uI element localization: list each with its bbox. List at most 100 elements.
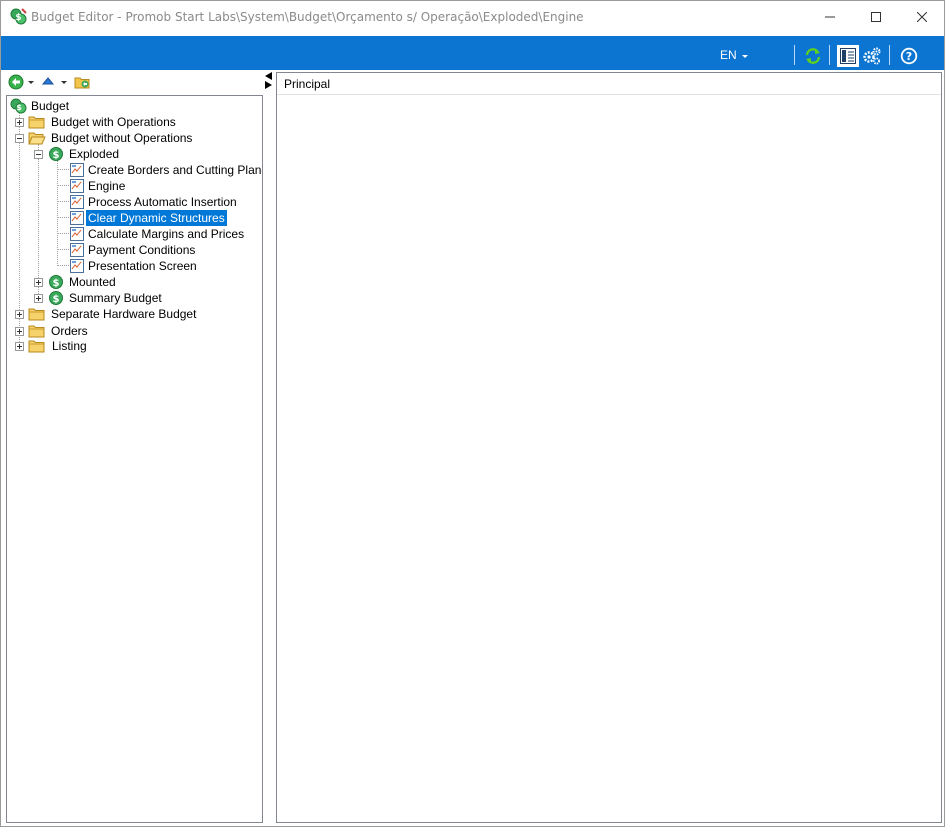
main-content-pane: Principal [276, 72, 942, 823]
refresh-icon[interactable] [802, 45, 824, 67]
folder-icon [28, 338, 46, 354]
svg-text:$: $ [53, 150, 60, 161]
tree-connector [57, 233, 69, 235]
open-folder-icon [74, 74, 91, 93]
budget-editor-window: $ Budget Editor - Promob Start Labs\Syst… [0, 0, 945, 827]
title-bar: $ Budget Editor - Promob Start Labs\Syst… [1, 1, 944, 35]
tree-node-separate-hardware-budget[interactable]: Separate Hardware Budget [15, 306, 255, 322]
svg-text:$: $ [16, 103, 22, 112]
dollar-budget-icon: $ [47, 274, 65, 290]
back-dropdown[interactable] [28, 75, 34, 91]
script-icon [69, 210, 87, 226]
script-icon [69, 194, 87, 210]
budget-icon: $ [10, 98, 28, 114]
minimize-button[interactable] [807, 1, 853, 33]
budget-app-icon: $ [10, 8, 27, 25]
chevron-down-icon[interactable] [742, 55, 748, 58]
main-toolbar: EN ? [1, 36, 944, 70]
svg-text:$: $ [53, 294, 60, 305]
tree-connector [57, 265, 69, 267]
maximize-icon [871, 12, 881, 22]
pane-splitter[interactable] [263, 72, 276, 826]
tree-node-label: Process Automatic Insertion [88, 195, 237, 209]
close-icon [917, 12, 927, 22]
tree-node-calculate-margins[interactable]: Calculate Margins and Prices [69, 226, 259, 242]
tree-node-label: Mounted [69, 275, 116, 289]
tree-node-label: Budget with Operations [51, 115, 176, 129]
expand-icon[interactable] [15, 327, 24, 336]
script-icon [69, 162, 87, 178]
script-icon [69, 242, 87, 258]
tree-node-label: Listing [52, 339, 87, 353]
language-selector[interactable]: EN [720, 48, 737, 62]
svg-text:$: $ [15, 13, 21, 23]
tree-node-mounted[interactable]: $ Mounted [34, 274, 254, 290]
tree-node-exploded[interactable]: $ Exploded [34, 146, 254, 162]
help-icon[interactable]: ? [898, 45, 920, 67]
collapse-icon[interactable] [34, 150, 43, 159]
up-arrow-icon [41, 75, 55, 92]
tree-node-label: Orders [51, 324, 88, 338]
tree-node-orders[interactable]: Orders [15, 323, 255, 339]
minimize-icon [825, 12, 835, 22]
tree-node-label: Presentation Screen [88, 259, 197, 273]
tree-node-listing[interactable]: Listing [15, 338, 255, 354]
budget-tree[interactable]: $ Budget Budget with Operations Budget w… [6, 95, 263, 823]
tree-node-budget[interactable]: $ Budget [10, 98, 250, 114]
tree-node-budget-without-operations[interactable]: Budget without Operations [15, 130, 255, 146]
svg-text:$: $ [53, 278, 60, 289]
expand-right-icon[interactable] [265, 81, 272, 89]
layout-panel-icon[interactable] [837, 45, 859, 67]
back-arrow-icon [8, 74, 24, 93]
collapse-icon[interactable] [15, 134, 24, 143]
collapse-left-icon[interactable] [265, 72, 272, 80]
content-tab-header: Principal [277, 73, 941, 95]
script-icon [69, 226, 87, 242]
up-button[interactable] [41, 75, 55, 91]
close-button[interactable] [899, 1, 944, 33]
tree-node-create-borders[interactable]: Create Borders and Cutting Plane [69, 162, 262, 178]
tree-node-label: Summary Budget [69, 291, 162, 305]
maximize-button[interactable] [853, 1, 899, 33]
tab-principal[interactable]: Principal [284, 77, 330, 91]
tree-node-process-automatic-insertion[interactable]: Process Automatic Insertion [69, 194, 259, 210]
tree-node-summary-budget[interactable]: $ Summary Budget [34, 290, 254, 306]
toolbar-divider [794, 45, 795, 65]
tree-node-label: Create Borders and Cutting Plane [88, 163, 263, 177]
up-dropdown[interactable] [61, 75, 67, 91]
folder-icon [28, 306, 46, 322]
expand-icon[interactable] [15, 310, 24, 319]
folder-icon [28, 323, 46, 339]
tree-connector [57, 185, 69, 187]
tree-node-label: Payment Conditions [88, 243, 196, 257]
dollar-budget-icon: $ [47, 146, 65, 162]
tree-node-clear-dynamic-structures[interactable]: Clear Dynamic Structures [69, 210, 259, 226]
back-button[interactable] [8, 74, 24, 93]
tree-node-label-selected: Clear Dynamic Structures [86, 210, 227, 226]
expand-icon[interactable] [34, 278, 43, 287]
tree-node-presentation-screen[interactable]: Presentation Screen [69, 258, 259, 274]
dollar-budget-icon: $ [47, 290, 65, 306]
expand-icon[interactable] [15, 118, 24, 127]
settings-gears-icon[interactable] [861, 45, 883, 67]
window-title: Budget Editor - Promob Start Labs\System… [31, 10, 584, 24]
tree-connector [57, 201, 69, 203]
script-icon [69, 178, 87, 194]
tree-node-label: Calculate Margins and Prices [88, 227, 245, 241]
tree-node-label: Budget without Operations [51, 131, 193, 145]
expand-icon[interactable] [34, 294, 43, 303]
tree-node-payment-conditions[interactable]: Payment Conditions [69, 242, 259, 258]
open-folder-button[interactable] [74, 75, 91, 91]
tree-node-budget-with-operations[interactable]: Budget with Operations [15, 114, 255, 130]
folder-icon [28, 114, 46, 130]
tree-node-label: Budget [31, 99, 70, 113]
tree-connector [57, 249, 69, 251]
svg-text:?: ? [906, 50, 912, 63]
toolbar-divider [829, 45, 830, 65]
tree-connector [57, 169, 69, 171]
tree-node-engine[interactable]: Engine [69, 178, 259, 194]
expand-icon[interactable] [15, 342, 24, 351]
tree-node-label: Engine [88, 179, 126, 193]
navigation-toolbar [6, 72, 263, 94]
left-pane: $ Budget Budget with Operations Budget w… [6, 72, 263, 823]
